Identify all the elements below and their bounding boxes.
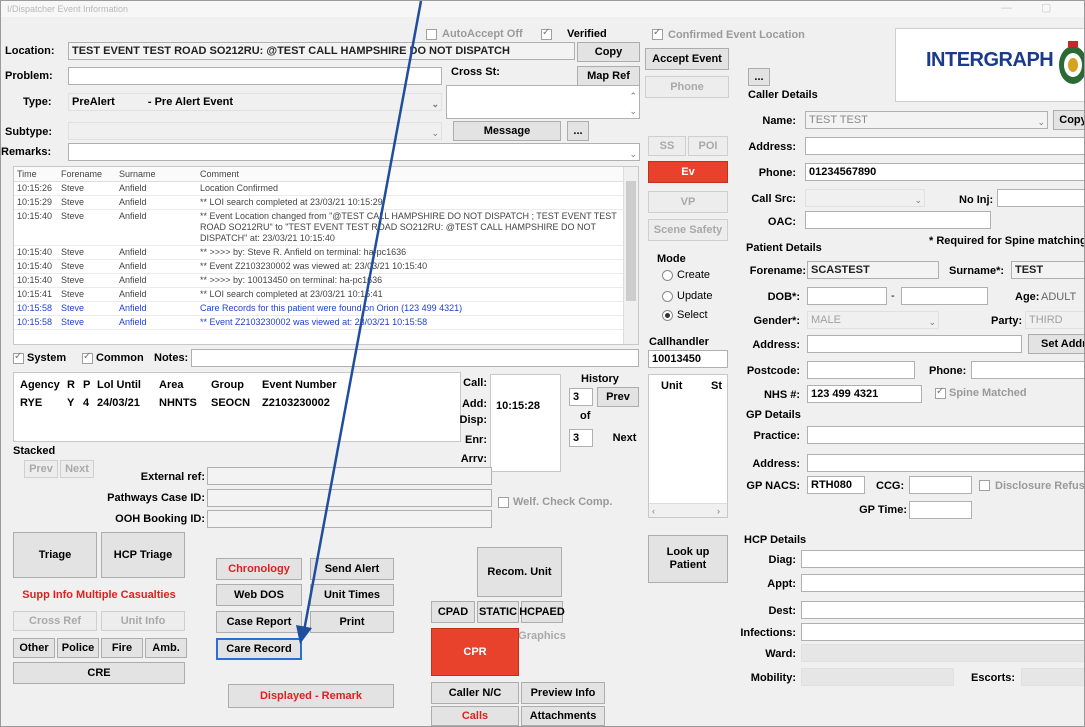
dispatcher-window: I/Dispatcher Event Information — ▢ Locat… (0, 0, 1085, 727)
annotation-arrow (296, 1, 423, 644)
